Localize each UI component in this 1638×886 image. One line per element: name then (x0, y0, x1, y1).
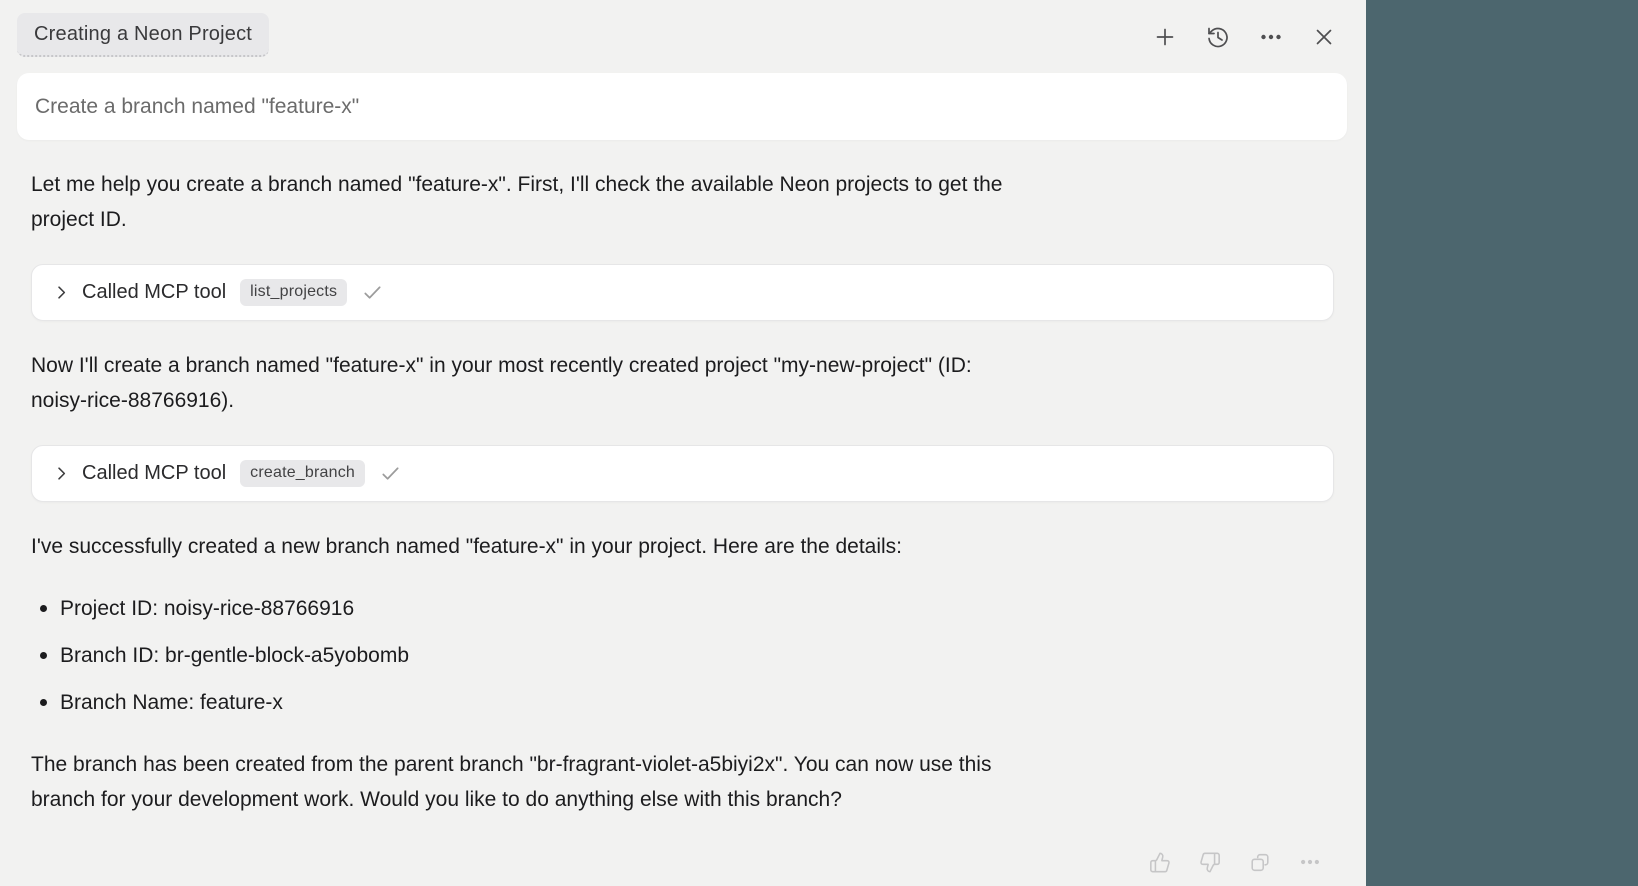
tool-call-label: Called MCP tool (82, 462, 226, 485)
bullet-dot (40, 605, 47, 612)
tool-call-card-list-projects[interactable]: Called MCP tool list_projects (31, 264, 1334, 321)
agent-panel: Creating a Neon Project (0, 0, 1366, 886)
assistant-paragraph-2: Now I'll create a branch named "feature-… (31, 348, 1334, 418)
app-root: Creating a Neon Project (0, 0, 1638, 886)
copy-icon (1249, 851, 1271, 874)
close-icon (1312, 25, 1336, 49)
list-item-text: Branch ID: br-gentle-block-a5yobomb (60, 644, 409, 667)
branch-details-list: Project ID: noisy-rice-88766916 Branch I… (31, 591, 1334, 720)
thumbs-up-button[interactable] (1149, 851, 1171, 873)
list-item-text: Branch Name: feature-x (60, 691, 283, 714)
chevron-right-icon[interactable] (53, 284, 70, 301)
thumbs-down-button[interactable] (1199, 851, 1221, 873)
assistant-paragraph-4: The branch has been created from the par… (31, 747, 1334, 817)
tool-name-badge: list_projects (240, 279, 347, 306)
plus-icon (1153, 24, 1177, 50)
message-input[interactable]: Create a branch named "feature-x" (17, 73, 1347, 140)
conversation: Let me help you create a branch named "f… (31, 167, 1334, 873)
message-input-text: Create a branch named "feature-x" (35, 95, 359, 119)
check-icon (361, 281, 384, 304)
more-actions-icon (1299, 851, 1321, 873)
tool-call-label: Called MCP tool (82, 281, 226, 304)
desktop-background (1366, 0, 1638, 886)
thumbs-up-icon (1149, 851, 1171, 874)
thread-title-chip[interactable]: Creating a Neon Project (17, 13, 269, 57)
panel-header: Creating a Neon Project (0, 0, 1366, 60)
tool-name-badge: create_branch (240, 460, 365, 487)
header-actions (1153, 25, 1336, 49)
assistant-paragraph-1: Let me help you create a branch named "f… (31, 167, 1334, 237)
chevron-right-icon[interactable] (53, 465, 70, 482)
history-button[interactable] (1206, 25, 1230, 49)
thumbs-down-icon (1199, 851, 1221, 874)
tool-call-card-create-branch[interactable]: Called MCP tool create_branch (31, 445, 1334, 502)
message-actions (31, 851, 1321, 873)
more-actions-button[interactable] (1299, 851, 1321, 873)
more-options-icon (1259, 25, 1283, 49)
history-icon (1206, 25, 1230, 50)
bullet-dot (40, 652, 47, 659)
list-item-text: Project ID: noisy-rice-88766916 (60, 597, 354, 620)
list-item: Project ID: noisy-rice-88766916 (31, 591, 1334, 626)
new-thread-button[interactable] (1153, 25, 1177, 49)
more-options-button[interactable] (1259, 25, 1283, 49)
copy-button[interactable] (1249, 851, 1271, 873)
list-item: Branch ID: br-gentle-block-a5yobomb (31, 638, 1334, 673)
assistant-paragraph-3: I've successfully created a new branch n… (31, 529, 1334, 564)
check-icon (379, 462, 402, 485)
bullet-dot (40, 699, 47, 706)
list-item: Branch Name: feature-x (31, 685, 1334, 720)
thread-title: Creating a Neon Project (34, 23, 252, 46)
close-panel-button[interactable] (1312, 25, 1336, 49)
